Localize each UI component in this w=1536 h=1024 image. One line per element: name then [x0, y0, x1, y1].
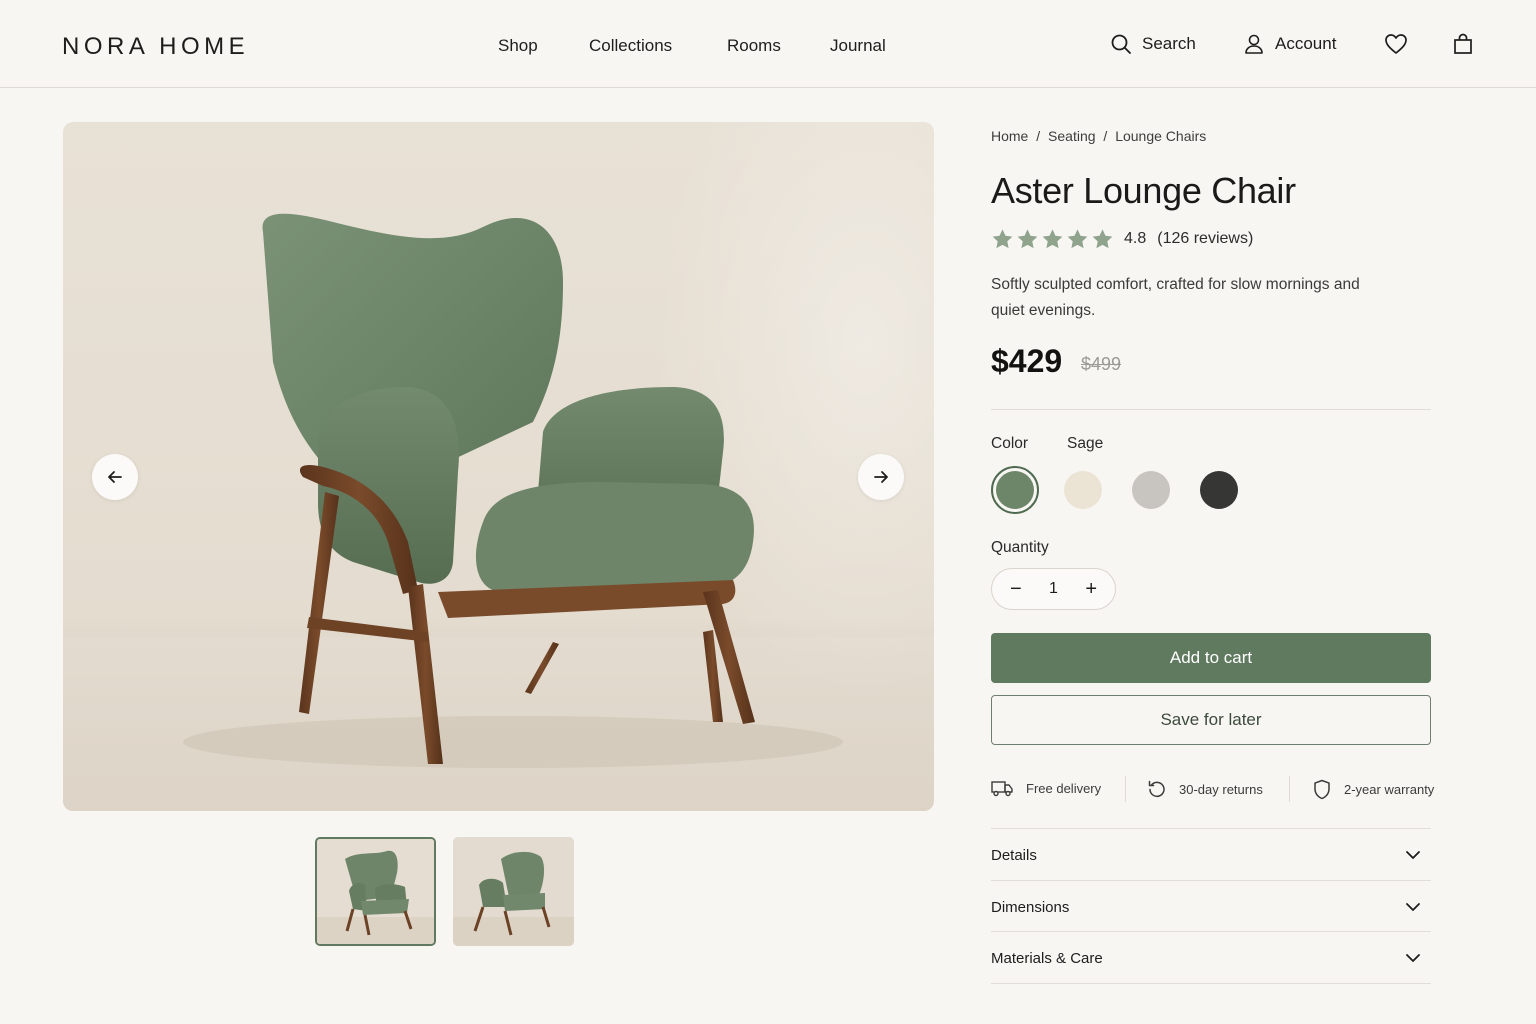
swatch-cream[interactable] [1064, 471, 1102, 509]
chair-thumbnail-front [317, 839, 434, 944]
next-image-button[interactable] [858, 454, 904, 500]
product-description: Softly sculpted comfort, crafted for slo… [991, 276, 1360, 319]
swatch-sage[interactable] [991, 466, 1039, 514]
perk-delivery-label: Free delivery [1026, 780, 1102, 796]
thumbnail-2[interactable] [453, 837, 574, 946]
breadcrumb-lounge-chairs[interactable]: Lounge Chairs [1115, 128, 1206, 144]
prev-image-button[interactable] [92, 454, 138, 500]
breadcrumb: Home / Seating / Lounge Chairs [991, 128, 1210, 144]
perk-divider [1289, 776, 1290, 802]
user-icon [1245, 34, 1263, 54]
nav-collections[interactable]: Collections [589, 36, 672, 56]
product-rating[interactable]: 4.8 (126 reviews) [991, 228, 1253, 250]
account-button[interactable]: Account [1243, 33, 1336, 55]
perk-warranty: 2-year warranty [1312, 779, 1434, 800]
return-icon [1148, 780, 1165, 798]
breadcrumb-separator: / [1036, 128, 1041, 144]
star-icon [1092, 229, 1113, 249]
divider [991, 409, 1431, 410]
accordion-details[interactable]: Details [991, 829, 1431, 881]
accordion-materials[interactable]: Materials & Care [991, 932, 1431, 984]
product-title: Aster Lounge Chair [991, 170, 1296, 211]
rating-score: 4.8 [1124, 230, 1147, 247]
perk-delivery: Free delivery [991, 779, 1101, 797]
shield-icon [1314, 779, 1330, 800]
bag-icon [1454, 33, 1472, 54]
breadcrumb-seating[interactable]: Seating [1048, 128, 1095, 144]
arrow-right-icon [874, 471, 888, 483]
swatch-charcoal[interactable] [1200, 471, 1238, 509]
nav-shop[interactable]: Shop [498, 36, 538, 56]
thumbnail-1[interactable] [315, 837, 436, 946]
chair-thumbnail-angle [453, 837, 574, 946]
swatch-stone[interactable] [1132, 471, 1170, 509]
accordion-materials-label: Materials & Care [991, 949, 1103, 967]
quantity-stepper: − 1 + [991, 568, 1116, 610]
original-price: $499 [1081, 354, 1122, 374]
save-for-later-button[interactable]: Save for later [991, 695, 1431, 745]
accordion-details-label: Details [991, 846, 1037, 864]
site-header: NORA HOME Shop Collections Rooms Journal… [0, 0, 1536, 88]
selected-color-name: Sage [1067, 435, 1104, 452]
heart-icon [1385, 34, 1407, 54]
quantity-decrease-button[interactable]: − [1010, 579, 1022, 599]
nav-rooms[interactable]: Rooms [727, 36, 781, 56]
add-to-cart-button[interactable]: Add to cart [991, 633, 1431, 683]
review-count[interactable]: (126 reviews) [1157, 230, 1253, 248]
accordion-dimensions[interactable]: Dimensions [991, 881, 1431, 933]
star-icon [1042, 229, 1063, 249]
search-button[interactable]: Search [1110, 33, 1196, 55]
wishlist-button[interactable] [1384, 33, 1408, 55]
breadcrumb-home[interactable]: Home [991, 128, 1028, 144]
brand-logo[interactable]: NORA HOME [62, 33, 249, 61]
search-icon [1111, 34, 1131, 54]
divider [991, 983, 1431, 984]
perk-divider [1125, 776, 1126, 802]
star-icon [1017, 229, 1038, 249]
chevron-down-icon [1406, 903, 1420, 911]
chevron-down-icon [1406, 851, 1420, 859]
account-label: Account [1275, 34, 1337, 53]
quantity-increase-button[interactable]: + [1085, 579, 1097, 599]
truck-icon [991, 781, 1013, 797]
arrow-left-icon [108, 471, 122, 483]
star-icon [992, 229, 1013, 249]
perk-warranty-label: 2-year warranty [1344, 782, 1435, 797]
product-main-image [63, 122, 934, 811]
star-icon [1067, 229, 1088, 249]
perk-returns-label: 30-day returns [1179, 781, 1263, 797]
breadcrumb-separator: / [1103, 128, 1108, 144]
chevron-down-icon [1406, 954, 1420, 962]
star-rating [991, 228, 1114, 250]
lounge-chair-illustration [183, 213, 843, 768]
quantity-value[interactable]: 1 [1049, 580, 1058, 598]
nav-journal[interactable]: Journal [830, 36, 886, 56]
perk-returns: 30-day returns [1147, 779, 1263, 799]
search-label: Search [1142, 34, 1196, 53]
accordion-dimensions-label: Dimensions [991, 898, 1070, 916]
current-price: $429 [991, 343, 1063, 379]
cart-button[interactable] [1453, 33, 1473, 55]
quantity-label: Quantity [991, 539, 1049, 556]
color-label: Color [991, 435, 1029, 452]
